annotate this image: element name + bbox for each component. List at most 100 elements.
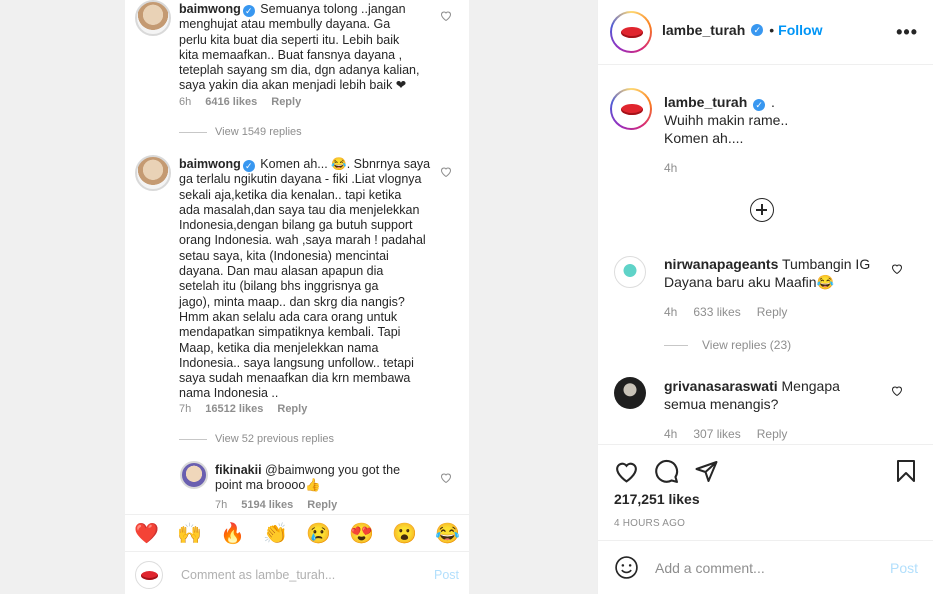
comment-line: ga terlalu ngikutin dayana - fiki .Liat … <box>179 172 422 187</box>
comment-line: Mengapa <box>781 378 840 394</box>
comment: grivanasaraswati Mengapa semua menangis? <box>664 377 884 413</box>
reply-button[interactable]: Reply <box>757 305 788 319</box>
comment-line: saya sudah menaafkan dia krn membawa <box>179 371 411 386</box>
divider <box>664 344 688 346</box>
heart-emoji-icon: ❤️ <box>134 522 159 545</box>
caption-line: Wuihh makin rame.. <box>664 112 789 128</box>
comment-like-heart-icon[interactable] <box>891 385 903 396</box>
comment-likes[interactable]: 633 likes <box>693 305 740 319</box>
save-bookmark-icon[interactable] <box>895 459 917 483</box>
comment-likes: 6416 likes <box>205 96 258 108</box>
comment-line: ada masalah,dan saya tau dia menjelekkan <box>179 202 420 217</box>
view-replies: View 52 previous replies <box>179 433 334 445</box>
reply-avatar <box>180 461 208 489</box>
reply-time: 7h <box>215 499 228 511</box>
comment-line: saya yakin dia akan menjadi lebih baik ❤ <box>179 78 407 93</box>
comment-line: dayana. Dan mau alasan apapun dia <box>179 264 384 279</box>
comment-line: jago), minta maap.. dan skrg dia nangis? <box>179 294 405 309</box>
post-comment-button[interactable]: Post <box>890 560 918 576</box>
header-user: lambe_turah ✓ • Follow <box>662 22 822 38</box>
reply-link: Reply <box>307 499 338 511</box>
heart-eyes-emoji-icon: 😍 <box>349 522 374 545</box>
view-replies[interactable]: View replies (23) <box>664 338 791 352</box>
caption-meta: 4h <box>664 161 677 175</box>
comment-like-heart-icon[interactable] <box>891 263 903 274</box>
embedded-comment-screenshot: baimwong ✓ Semuanya tolong ..jangan mengh… <box>125 0 469 594</box>
comment-line: setau saya, kita (Indonesia) mencintai <box>179 248 389 263</box>
comment-line: Hmm akan selalu ada cara orang untuk <box>179 309 398 324</box>
add-comment-input[interactable]: Add a comment... <box>655 560 874 576</box>
share-paper-plane-icon[interactable] <box>694 459 719 483</box>
commenter-avatar <box>135 0 171 36</box>
profile-avatar[interactable] <box>610 11 652 53</box>
header-username[interactable]: lambe_turah <box>662 22 745 38</box>
verified-badge-icon: ✓ <box>753 99 766 111</box>
divider <box>179 438 207 440</box>
comment-meta: 4h 633 likes Reply <box>664 305 787 319</box>
follow-button[interactable]: Follow <box>778 22 822 38</box>
comment-line: Semuanya tolong ..jangan <box>260 2 406 16</box>
commenter-avatar[interactable] <box>614 377 646 409</box>
comment-line: teteplah sayang sm dia, dgn adanya kalia… <box>179 63 420 78</box>
comment-line: mendapatkan simpatiknya kembali. Tapi <box>179 325 401 340</box>
comment-line: semua menangis? <box>664 396 779 412</box>
post-actions: 217,251 likes 4 HOURS AGO <box>598 444 933 540</box>
comment-time: 4h <box>664 305 678 319</box>
separator-dot: • <box>769 22 775 38</box>
caption: lambe_turah ✓ . Wuihh makin rame.. Komen… <box>664 93 914 147</box>
comment-likes[interactable]: 307 likes <box>693 427 740 441</box>
like-heart-icon <box>440 473 452 483</box>
like-heart-icon[interactable] <box>614 459 639 483</box>
caption-avatar[interactable] <box>610 88 652 130</box>
like-heart-icon <box>440 167 452 177</box>
comment-line: sekali aja,ketika dia kenalan.. tapi ket… <box>179 187 402 202</box>
comment-username[interactable]: grivanasaraswati <box>664 378 778 394</box>
comment-line: orang Indonesia. wah ,saya marah ! padah… <box>179 233 426 248</box>
comment-line: menghujat atau membully dayana. Ga <box>179 17 391 32</box>
caption-time: 4h <box>664 161 678 175</box>
comment-username: baimwong <box>179 2 241 16</box>
clap-emoji-icon: 👏 <box>263 522 288 545</box>
commenter-avatar <box>135 155 171 191</box>
verified-badge-icon: ✓ <box>751 24 764 36</box>
view-replies-label[interactable]: View replies (23) <box>702 338 791 352</box>
reply-button[interactable]: Reply <box>757 427 788 441</box>
comment-line: Indonesia,dengan bilang ga butuh support <box>179 218 413 233</box>
reply-meta: 7h 5194 likes Reply <box>215 499 337 511</box>
reply-link: Reply <box>277 403 308 415</box>
comment-line: perlu kita buat dia seperti itu. Lebih b… <box>179 32 400 47</box>
reply-body: fikinakii @baimwong you got the point ma… <box>215 463 435 494</box>
comment-line: nama Indonesia .. <box>179 386 279 401</box>
emoji-smiley-icon[interactable] <box>614 555 639 580</box>
embedded-comment-bar: Comment as lambe_turah... Post <box>125 556 469 594</box>
verified-badge-icon: ✓ <box>242 160 255 172</box>
load-more-comments-icon[interactable] <box>750 198 774 222</box>
post-header: lambe_turah ✓ • Follow ••• <box>598 0 933 65</box>
likes-count[interactable]: 217,251 likes <box>614 491 700 507</box>
comment-username[interactable]: nirwanapageants <box>664 256 778 272</box>
comment-line: Komen ah... 😂. Sbnrnya saya <box>260 157 431 171</box>
fire-emoji-icon: 🔥 <box>220 522 245 545</box>
surprised-emoji-icon: 😮 <box>392 522 417 545</box>
comment-time: 4h <box>664 427 678 441</box>
comment: nirwanapageants Tumbangin IG Dayana baru… <box>664 255 884 291</box>
emoji-reaction-bar: ❤️ 🙌 🔥 👏 😢 😍 😮 😂 <box>125 514 469 552</box>
caption-username[interactable]: lambe_turah <box>664 94 747 110</box>
comment-line: Dayana baru aku Maafin😂 <box>664 274 834 290</box>
comment-line: Maap, ketika dia menjelekkan nama <box>179 340 379 355</box>
reply-username: fikinakii <box>215 463 262 477</box>
comment-meta: 4h 307 likes Reply <box>664 427 787 441</box>
comment-username: baimwong <box>179 157 241 171</box>
comment-line: setelah itu (bilang bhs inggrisnya ga <box>179 279 379 294</box>
reply-link: Reply <box>271 96 302 108</box>
commenter-avatar[interactable] <box>614 256 646 288</box>
comment-bubble-icon[interactable] <box>654 459 679 484</box>
lips-avatar-icon <box>135 561 163 589</box>
crying-emoji-icon: 😢 <box>306 522 331 545</box>
post-panel: lambe_turah ✓ • Follow ••• lambe_turah ✓… <box>597 0 933 594</box>
add-comment-bar: Add a comment... Post <box>598 540 933 594</box>
caption-suffix: . <box>771 94 775 110</box>
divider <box>179 131 207 133</box>
more-options-icon[interactable]: ••• <box>896 22 918 43</box>
view-replies: View 1549 replies <box>179 126 302 138</box>
